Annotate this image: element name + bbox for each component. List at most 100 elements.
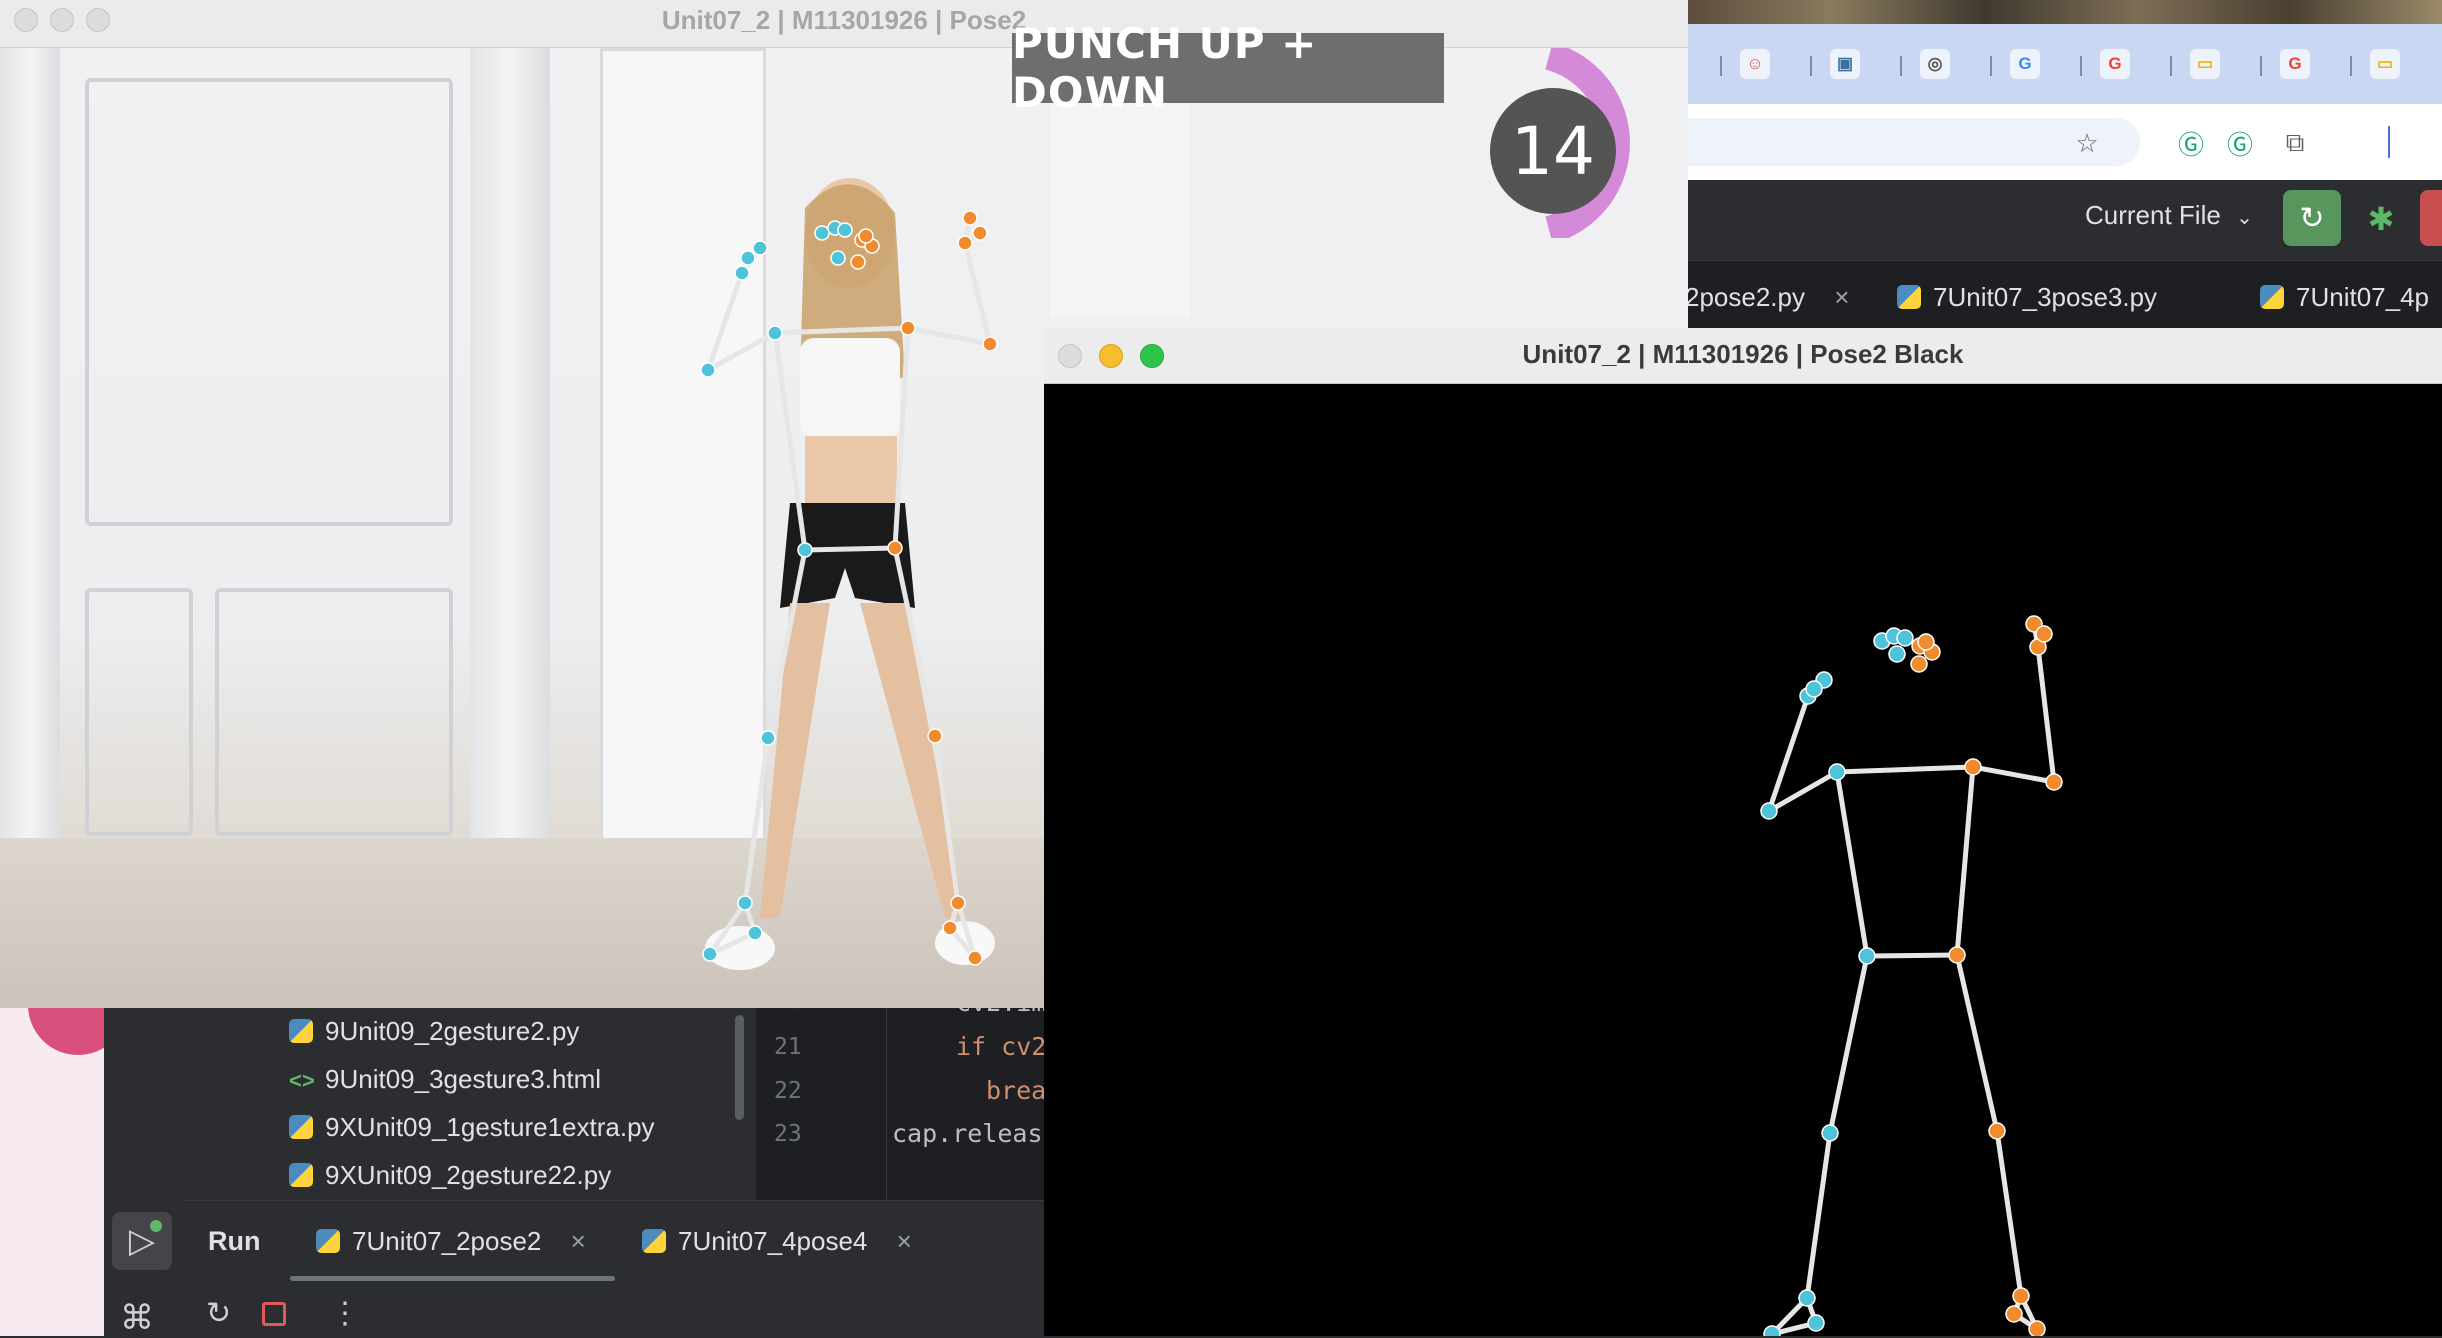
close-icon[interactable]: × [897,1226,912,1256]
gpc-favicon-icon[interactable]: ◎ [1920,49,1950,79]
google-icon[interactable]: G [2100,49,2130,79]
run-configuration-selector[interactable]: Current File ⌄ [2085,200,2253,231]
pose-canvas [1044,384,2442,1336]
countdown-timer: 14 [1490,88,1616,214]
pose-landmark [1964,758,1982,776]
address-bar[interactable] [1680,118,2140,166]
pose-landmark [2012,1287,2030,1305]
pose-landmark [900,320,916,336]
run-tool-button[interactable]: ▷ [112,1212,172,1270]
file-name: 9XUnit09_1gesture1extra.py [325,1112,655,1142]
pose-landmark [942,920,958,936]
rerun-icon[interactable]: ↻ [206,1296,231,1331]
rerun-button[interactable]: ↻ [2283,190,2341,246]
pose-landmark [1805,680,1823,698]
file-item[interactable]: 9XUnit09_2gesture22.py [289,1160,611,1191]
pose-landmark [740,250,756,266]
python-console-icon[interactable]: ⌘ [120,1298,154,1338]
grammarly-icon[interactable]: Ⓖ [2225,128,2255,160]
pose-landmark [747,925,763,941]
pose-landmark [814,225,830,241]
pose-landmark [1763,1325,1781,1336]
debug-button[interactable]: ✱ [2358,196,2404,242]
close-icon[interactable]: × [1834,282,1849,312]
file-item[interactable]: 9XUnit09_1gesture1extra.py [289,1112,655,1143]
grammarly-icon[interactable]: Ⓖ [2176,128,2206,160]
skeleton-connection [907,325,991,347]
skeleton-connection [1994,1130,2024,1297]
skeleton-connection [804,545,896,553]
file-name: 9XUnit09_2gesture22.py [325,1160,612,1190]
file-item[interactable]: 9Unit09_2gesture2.py [289,1016,579,1047]
code-line: if cv2 [956,1032,1047,1061]
skeleton-connection [892,327,911,549]
extensions-puzzle-icon[interactable]: ⧉ [2280,127,2310,158]
rerun-icon: ↻ [2299,201,2325,235]
desktop-wallpaper [1680,0,2442,24]
browser-tabs: ☺ ▣ ◎ G G ▭ G ▭ [1680,24,2442,104]
slides-icon[interactable]: ▭ [2190,49,2220,79]
skeleton-connection [1866,952,1958,959]
pose-landmark [760,730,776,746]
skeleton-connection [742,737,771,904]
pose-landmark [734,265,750,281]
clown-avatar-icon[interactable]: ☺ [1740,49,1770,79]
ide-tool-strip [104,1000,185,1336]
slides-icon[interactable]: ▭ [2370,49,2400,79]
stop-icon[interactable] [262,1302,286,1326]
skeleton-connection [1827,955,1870,1134]
pose-landmark [767,325,783,341]
bookmark-star-icon[interactable]: ☆ [2072,128,2102,158]
photo-favicon-icon[interactable]: ▣ [1830,49,1860,79]
pose-landmark [837,222,853,238]
pose-landmark [2028,1320,2046,1336]
google-icon[interactable]: G [2280,49,2310,79]
stop-button[interactable] [2420,190,2442,246]
browser-toolbar: ☆ Ⓖ Ⓖ ⧉ [1680,104,2442,180]
skeleton-connection [772,332,808,551]
close-icon[interactable]: × [571,1226,586,1256]
run-tab[interactable]: 7Unit07_2pose2 × [316,1226,586,1257]
pose-skeleton [1760,615,2063,1336]
pose-landmark [950,895,966,911]
pose-landmark [982,336,998,352]
skeleton-connection [774,325,909,336]
pose-landmark [1910,655,1928,673]
run-tab-label: 7Unit07_2pose2 [352,1226,542,1256]
pose-landmark [737,895,753,911]
google-translate-icon[interactable]: G [2010,49,2040,79]
pose-landmark [2045,773,2063,791]
window-titlebar[interactable]: Unit07_2 | M11301926 | Pose2 Black [1044,328,2442,384]
more-options-icon[interactable]: ⋮ [330,1296,360,1331]
tab-separator [2350,56,2352,76]
chevron-down-icon: ⌄ [2236,207,2253,229]
pose-landmark [858,228,874,244]
pose-landmark [1888,645,1906,663]
line-number: 21 [774,1034,802,1060]
editor-tab[interactable]: 2pose2.py × [1685,282,1849,313]
file-item[interactable]: <> 9Unit09_3gesture3.html [289,1064,601,1095]
pose-landmark [1948,946,1966,964]
editor-tab[interactable]: 7Unit07_4p [2260,282,2429,313]
line-number: 23 [774,1121,802,1147]
file-name: 9Unit09_3gesture3.html [325,1064,602,1094]
python-file-icon [642,1229,666,1253]
pose-landmark [2035,625,2053,643]
code-line: cap.releas [892,1119,1043,1148]
exercise-banner: PUNCH UP + DOWN [1012,19,1444,117]
run-panel-title: Run [208,1226,261,1256]
code-editor[interactable]: 20 cv2.im 21 if cv2 22 brea 23 cap.relea… [756,988,1047,1200]
run-tab[interactable]: 7Unit07_4pose4 × [642,1226,912,1257]
run-tab-label: 7Unit07_4pose4 [678,1226,868,1256]
project-scrollbar[interactable] [735,1015,744,1120]
skeleton-connection [892,547,938,737]
editor-tab[interactable]: 7Unit07_3pose3.py [1897,282,2157,313]
skeleton-connection [2035,646,2057,783]
skeleton-connection [1836,764,1974,775]
bug-icon: ✱ [2367,201,2395,237]
pose-landmark [752,240,768,256]
tab-separator [2170,56,2172,76]
editor-tab-label: 2pose2.py [1685,282,1805,312]
pose-landmark [1821,1124,1839,1142]
tab-separator [1990,56,1992,76]
